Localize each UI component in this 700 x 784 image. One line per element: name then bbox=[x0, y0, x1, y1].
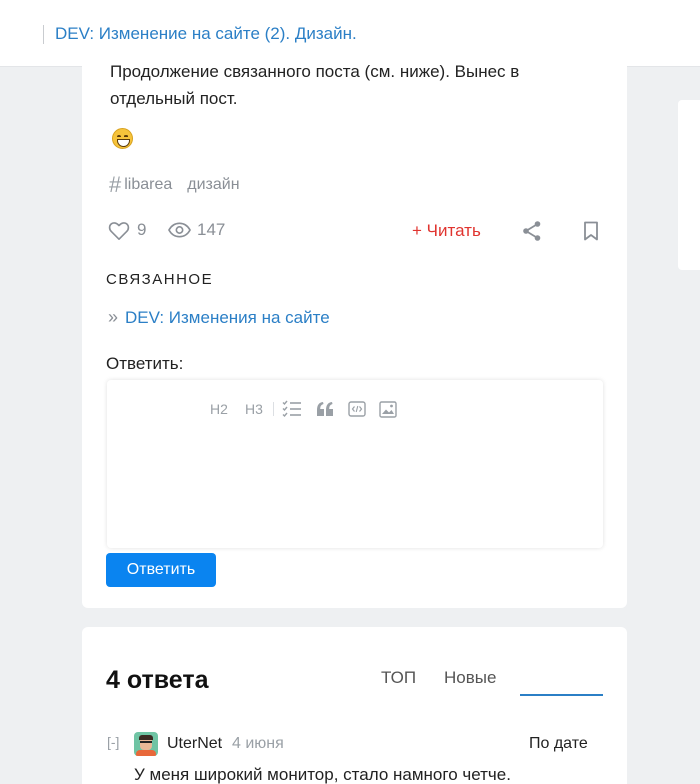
post-meta-bar: 9 147 + Читать bbox=[108, 218, 608, 244]
heart-icon[interactable] bbox=[108, 221, 130, 246]
sort-new-tab[interactable]: Новые bbox=[444, 668, 496, 688]
eye-icon bbox=[168, 222, 191, 243]
bookmark-icon[interactable] bbox=[583, 221, 599, 246]
read-button[interactable]: + Читать bbox=[412, 221, 481, 241]
answers-title: 4 ответа bbox=[106, 666, 209, 694]
code-icon[interactable] bbox=[348, 400, 366, 418]
related-heading: СВЯЗАННОЕ bbox=[106, 271, 214, 288]
comment-author[interactable]: UterNet bbox=[167, 735, 222, 753]
sort-date-tab[interactable]: По дате bbox=[529, 735, 588, 753]
sort-top-tab[interactable]: ТОП bbox=[381, 668, 416, 688]
active-tab-underline bbox=[520, 694, 603, 696]
related-post-link[interactable]: » DEV: Изменения на сайте bbox=[108, 307, 330, 328]
view-count: 147 bbox=[197, 220, 226, 239]
comment-text: У меня широкий монитор, стало намного че… bbox=[134, 765, 511, 784]
tag-libarea[interactable]: libarea bbox=[124, 176, 172, 194]
image-icon[interactable] bbox=[379, 400, 397, 418]
reply-editor[interactable]: H2 H3 bbox=[107, 380, 603, 548]
collapse-comment-button[interactable]: [-] bbox=[107, 734, 119, 750]
answers-card: 4 ответа ТОП Новые По дате [-] UterNet 4… bbox=[82, 627, 627, 784]
tag-list: # libarea дизайн bbox=[109, 174, 255, 196]
right-sidebar-panel bbox=[678, 100, 700, 270]
double-chevron-right-icon: » bbox=[108, 307, 119, 327]
grinning-face-emoji-icon bbox=[112, 128, 133, 149]
reply-label: Ответить: bbox=[106, 354, 184, 373]
checklist-icon[interactable] bbox=[282, 400, 302, 418]
page-title: DEV: Изменение на сайте (2). Дизайн. bbox=[55, 24, 357, 43]
quote-icon[interactable] bbox=[316, 400, 334, 418]
hashtag-icon: # bbox=[109, 172, 122, 197]
reply-submit-button[interactable]: Ответить bbox=[106, 553, 216, 587]
share-icon[interactable] bbox=[522, 220, 542, 247]
title-separator bbox=[43, 25, 44, 44]
editor-toolbar: H2 H3 bbox=[207, 400, 397, 418]
like-count: 9 bbox=[137, 220, 147, 239]
related-post-title[interactable]: DEV: Изменения на сайте bbox=[125, 308, 330, 328]
post-card: Продолжение связанного поста (см. ниже).… bbox=[82, 58, 627, 608]
tag-design[interactable]: дизайн bbox=[187, 176, 239, 194]
post-body-line: Продолжение связанного поста (см. ниже).… bbox=[110, 62, 520, 81]
toolbar-divider bbox=[273, 402, 274, 416]
post-body-line: отдельный пост. bbox=[110, 89, 238, 108]
heading3-button[interactable]: H3 bbox=[242, 400, 266, 418]
top-bar: DEV: Изменение на сайте (2). Дизайн. bbox=[0, 0, 700, 67]
post-body: Продолжение связанного поста (см. ниже).… bbox=[110, 58, 590, 112]
avatar[interactable] bbox=[134, 732, 158, 756]
comment-date[interactable]: 4 июня bbox=[232, 735, 284, 753]
heading2-button[interactable]: H2 bbox=[207, 400, 231, 418]
